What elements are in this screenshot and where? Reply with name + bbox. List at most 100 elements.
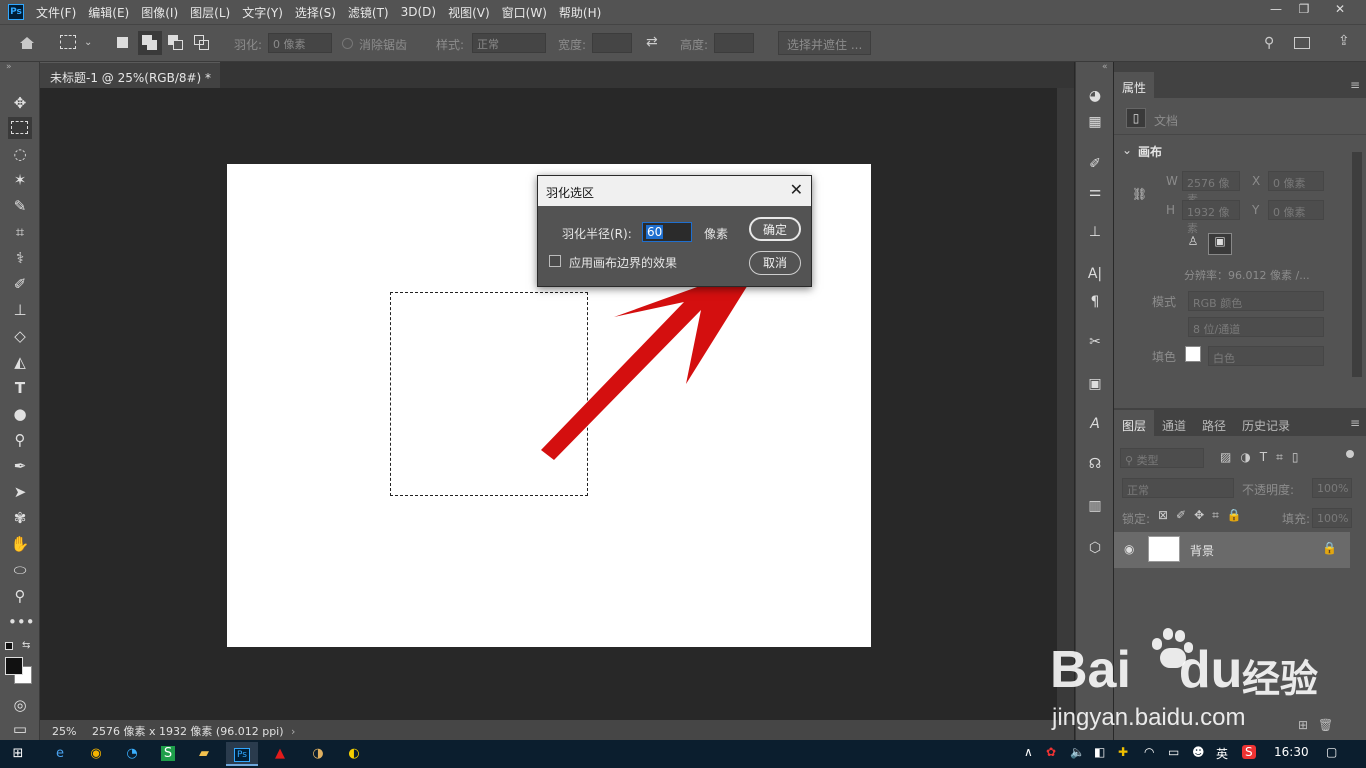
- intersect-selection-icon[interactable]: [194, 35, 210, 51]
- height-input[interactable]: [714, 33, 754, 53]
- stamp-tool-icon[interactable]: ⊥: [8, 299, 32, 321]
- portrait-icon[interactable]: ♙: [1184, 234, 1202, 252]
- layer-filter-icons[interactable]: ▨◑T⌗▯: [1220, 450, 1308, 465]
- tools-preset-icon[interactable]: ✂: [1085, 332, 1105, 352]
- 3d-panel-icon[interactable]: ⬡: [1085, 538, 1105, 558]
- tab-history[interactable]: 历史记录: [1234, 410, 1298, 438]
- document-tab[interactable]: 未标题-1 @ 25%(RGB/8#) * ×: [40, 62, 220, 100]
- photoshop-taskbar-icon[interactable]: Ps: [226, 742, 258, 766]
- search-icon[interactable]: ⚲: [1264, 35, 1274, 51]
- width-field[interactable]: 2576 像素: [1182, 171, 1240, 206]
- spreadsheet-app-icon[interactable]: S: [152, 742, 184, 766]
- sogou-icon[interactable]: S: [1242, 745, 1256, 759]
- y-field[interactable]: 0 像素: [1268, 200, 1324, 220]
- select-and-mask-button[interactable]: 选择并遮住 ...: [778, 31, 872, 55]
- fill-select[interactable]: 白色: [1208, 346, 1324, 366]
- marquee-tool-icon[interactable]: [8, 117, 32, 139]
- ok-button[interactable]: 确定: [749, 217, 801, 241]
- lock-icons[interactable]: ⊠✐✥⌗🔒: [1158, 508, 1250, 523]
- learn-panel-icon[interactable]: ☊: [1085, 454, 1105, 474]
- swatches-panel-icon[interactable]: ▦: [1085, 112, 1105, 132]
- subtract-selection-icon[interactable]: [168, 35, 184, 51]
- eraser-tool-icon[interactable]: ◇: [8, 325, 32, 347]
- magic-wand-icon[interactable]: ✶: [8, 169, 32, 191]
- swap-colors-icon[interactable]: ⇆: [22, 640, 30, 651]
- menu-filter[interactable]: 滤镜(T): [348, 4, 389, 21]
- status-chevron-icon[interactable]: ›: [291, 725, 295, 738]
- rotate-view-icon[interactable]: ⬭: [8, 559, 32, 581]
- collapse-icon[interactable]: »: [6, 62, 12, 72]
- brush-panel-icon[interactable]: ✐: [1085, 154, 1105, 174]
- path-selection-icon[interactable]: ➤: [8, 481, 32, 503]
- eye-icon[interactable]: ◉: [1124, 542, 1134, 556]
- gradient-panel-icon[interactable]: ▥: [1085, 496, 1105, 516]
- mode-select[interactable]: RGB 颜色: [1188, 291, 1324, 311]
- lasso-tool-icon[interactable]: ◌: [8, 143, 32, 165]
- minimize-icon[interactable]: —: [1266, 2, 1286, 20]
- new-selection-icon[interactable]: [117, 37, 128, 48]
- zoom-tool-icon[interactable]: ⚲: [8, 585, 32, 607]
- height-field[interactable]: 1932 像素: [1182, 200, 1240, 235]
- menu-edit[interactable]: 编辑(E): [88, 4, 129, 21]
- x-field[interactable]: 0 像素: [1268, 171, 1324, 191]
- pen-tool-icon[interactable]: ✒: [8, 455, 32, 477]
- share-icon[interactable]: ⇪: [1338, 33, 1350, 49]
- menu-file[interactable]: 文件(F): [36, 4, 76, 21]
- character-panel-icon[interactable]: A|: [1085, 264, 1105, 284]
- feather-radius-input[interactable]: 60: [642, 222, 692, 242]
- shape-tool-icon[interactable]: ✾: [8, 507, 32, 529]
- tray-security-icon[interactable]: ✿: [1046, 745, 1056, 759]
- layers-menu-icon[interactable]: ≡: [1350, 416, 1360, 430]
- crop-tool-icon[interactable]: ⌗: [8, 221, 32, 243]
- menu-select[interactable]: 选择(S): [295, 4, 336, 21]
- link-icon[interactable]: ⛓: [1132, 187, 1147, 201]
- notifications-icon[interactable]: ▢: [1326, 745, 1337, 759]
- tab-properties[interactable]: 属性: [1114, 72, 1155, 100]
- tab-paths[interactable]: 路径: [1194, 410, 1234, 438]
- healing-brush-icon[interactable]: ⚕: [8, 247, 32, 269]
- width-input[interactable]: [592, 33, 632, 53]
- app-icon[interactable]: ◑: [302, 742, 334, 766]
- fill-opacity-field[interactable]: 100%: [1312, 508, 1352, 528]
- menu-help[interactable]: 帮助(H): [559, 4, 601, 21]
- chrome-browser-icon[interactable]: ◉: [80, 742, 112, 766]
- clone-source-icon[interactable]: ⊥: [1085, 222, 1105, 242]
- paint-bucket-icon[interactable]: ◭: [8, 351, 32, 373]
- panel-menu-icon[interactable]: ≡: [1350, 78, 1360, 92]
- blur-tool-icon[interactable]: ●: [8, 403, 32, 425]
- chevron-down-icon[interactable]: ⌄: [84, 37, 92, 48]
- antialias-checkbox[interactable]: [342, 38, 353, 49]
- feather-input[interactable]: 0 像素: [268, 33, 332, 53]
- menu-3d[interactable]: 3D(D): [401, 5, 436, 19]
- style-select[interactable]: 正常: [472, 33, 546, 53]
- hand-tool-icon[interactable]: ✋: [8, 533, 32, 555]
- section-chevron-icon[interactable]: ⌄: [1122, 143, 1132, 157]
- fill-swatch[interactable]: [1185, 346, 1201, 362]
- menu-type[interactable]: 文字(Y): [242, 4, 283, 21]
- eyedropper-icon[interactable]: ✎: [8, 195, 32, 217]
- zoom-level[interactable]: 25%: [52, 725, 76, 738]
- edge-browser-icon[interactable]: ◔: [116, 742, 148, 766]
- collapse-icon[interactable]: «: [1102, 62, 1108, 72]
- tray-shield-icon[interactable]: ◧: [1094, 745, 1105, 759]
- menu-layer[interactable]: 图层(L): [190, 4, 230, 21]
- layer-row-background[interactable]: ◉ 背景 🔒: [1114, 532, 1350, 568]
- quick-mask-icon[interactable]: ◎: [8, 694, 32, 716]
- brush-tool-icon[interactable]: ✐: [8, 273, 32, 295]
- file-explorer-icon[interactable]: ▰: [188, 742, 220, 766]
- blend-mode-select[interactable]: 正常: [1122, 478, 1234, 498]
- default-colors-icon[interactable]: [5, 642, 13, 650]
- marquee-preset-icon[interactable]: [60, 35, 76, 49]
- dialog-close-icon[interactable]: ✕: [790, 180, 803, 199]
- tab-layers[interactable]: 图层: [1114, 410, 1155, 438]
- move-tool-icon[interactable]: ✥: [8, 92, 32, 114]
- workspace-icon[interactable]: [1294, 37, 1310, 49]
- clock[interactable]: 16:30: [1274, 745, 1309, 759]
- glyphs-panel-icon[interactable]: A: [1085, 414, 1105, 434]
- restore-icon[interactable]: ❐: [1294, 2, 1314, 20]
- swap-icon[interactable]: ⇄: [646, 34, 658, 50]
- menu-view[interactable]: 视图(V): [448, 4, 490, 21]
- tray-app-icon[interactable]: ✚: [1118, 745, 1128, 759]
- close-window-icon[interactable]: ✕: [1330, 2, 1350, 20]
- menu-window[interactable]: 窗口(W): [502, 4, 547, 21]
